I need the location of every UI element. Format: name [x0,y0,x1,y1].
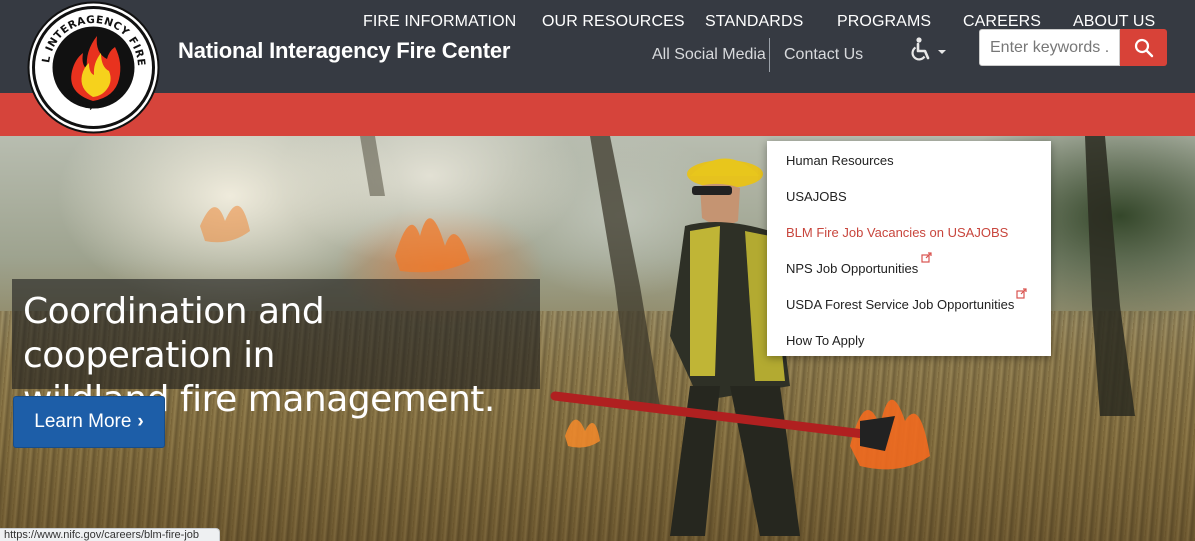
nav-our-resources[interactable]: OUR RESOURCES [542,13,685,31]
menu-item-nps-jobs[interactable]: NPS Job Opportunities [786,261,918,276]
accessibility-menu-button[interactable] [909,36,949,64]
careers-dropdown-menu: Human Resources USAJOBS BLM Fire Job Vac… [767,141,1051,356]
nav-fire-information[interactable]: FIRE INFORMATION [363,13,516,31]
nav-careers[interactable]: CAREERS [963,13,1041,31]
external-link-icon [921,252,932,263]
main-nav [0,93,1195,136]
nifc-seal-icon: NATIONAL INTERAGENCY FIRE CENTER Boise, … [22,0,160,134]
menu-item-usajobs[interactable]: USAJOBS [786,189,847,204]
chevron-down-icon [938,50,946,54]
nav-about-us[interactable]: ABOUT US [1073,13,1155,31]
nifc-logo[interactable]: NATIONAL INTERAGENCY FIRE CENTER Boise, … [22,0,160,134]
menu-item-usda-forest-service-jobs[interactable]: USDA Forest Service Job Opportunities [786,297,1014,312]
status-url: https://www.nifc.gov/careers/blm-fire-jo… [0,528,220,541]
nav-standards[interactable]: STANDARDS [705,13,803,31]
wheelchair-icon [911,37,946,61]
header-divider [769,38,770,72]
site-title[interactable]: National Interagency Fire Center [178,38,510,64]
external-link-icon [1016,288,1027,299]
menu-item-blm-fire-jobs[interactable]: BLM Fire Job Vacancies on USAJOBS [786,225,1008,240]
learn-more-label: Learn More [34,411,132,432]
contact-us-link[interactable]: Contact Us [784,46,863,64]
menu-item-human-resources[interactable]: Human Resources [786,153,894,168]
all-social-media-link[interactable]: All Social Media [652,46,766,64]
search-icon [1134,38,1153,57]
hero-headline-line1: Coordination and cooperation in [23,291,325,376]
search-input[interactable] [979,29,1120,66]
learn-more-button[interactable]: Learn More › [13,396,165,448]
nav-programs[interactable]: PROGRAMS [837,13,931,31]
search-button[interactable] [1120,29,1167,66]
chevron-right-icon: › [137,411,144,432]
menu-item-how-to-apply[interactable]: How To Apply [786,333,865,348]
